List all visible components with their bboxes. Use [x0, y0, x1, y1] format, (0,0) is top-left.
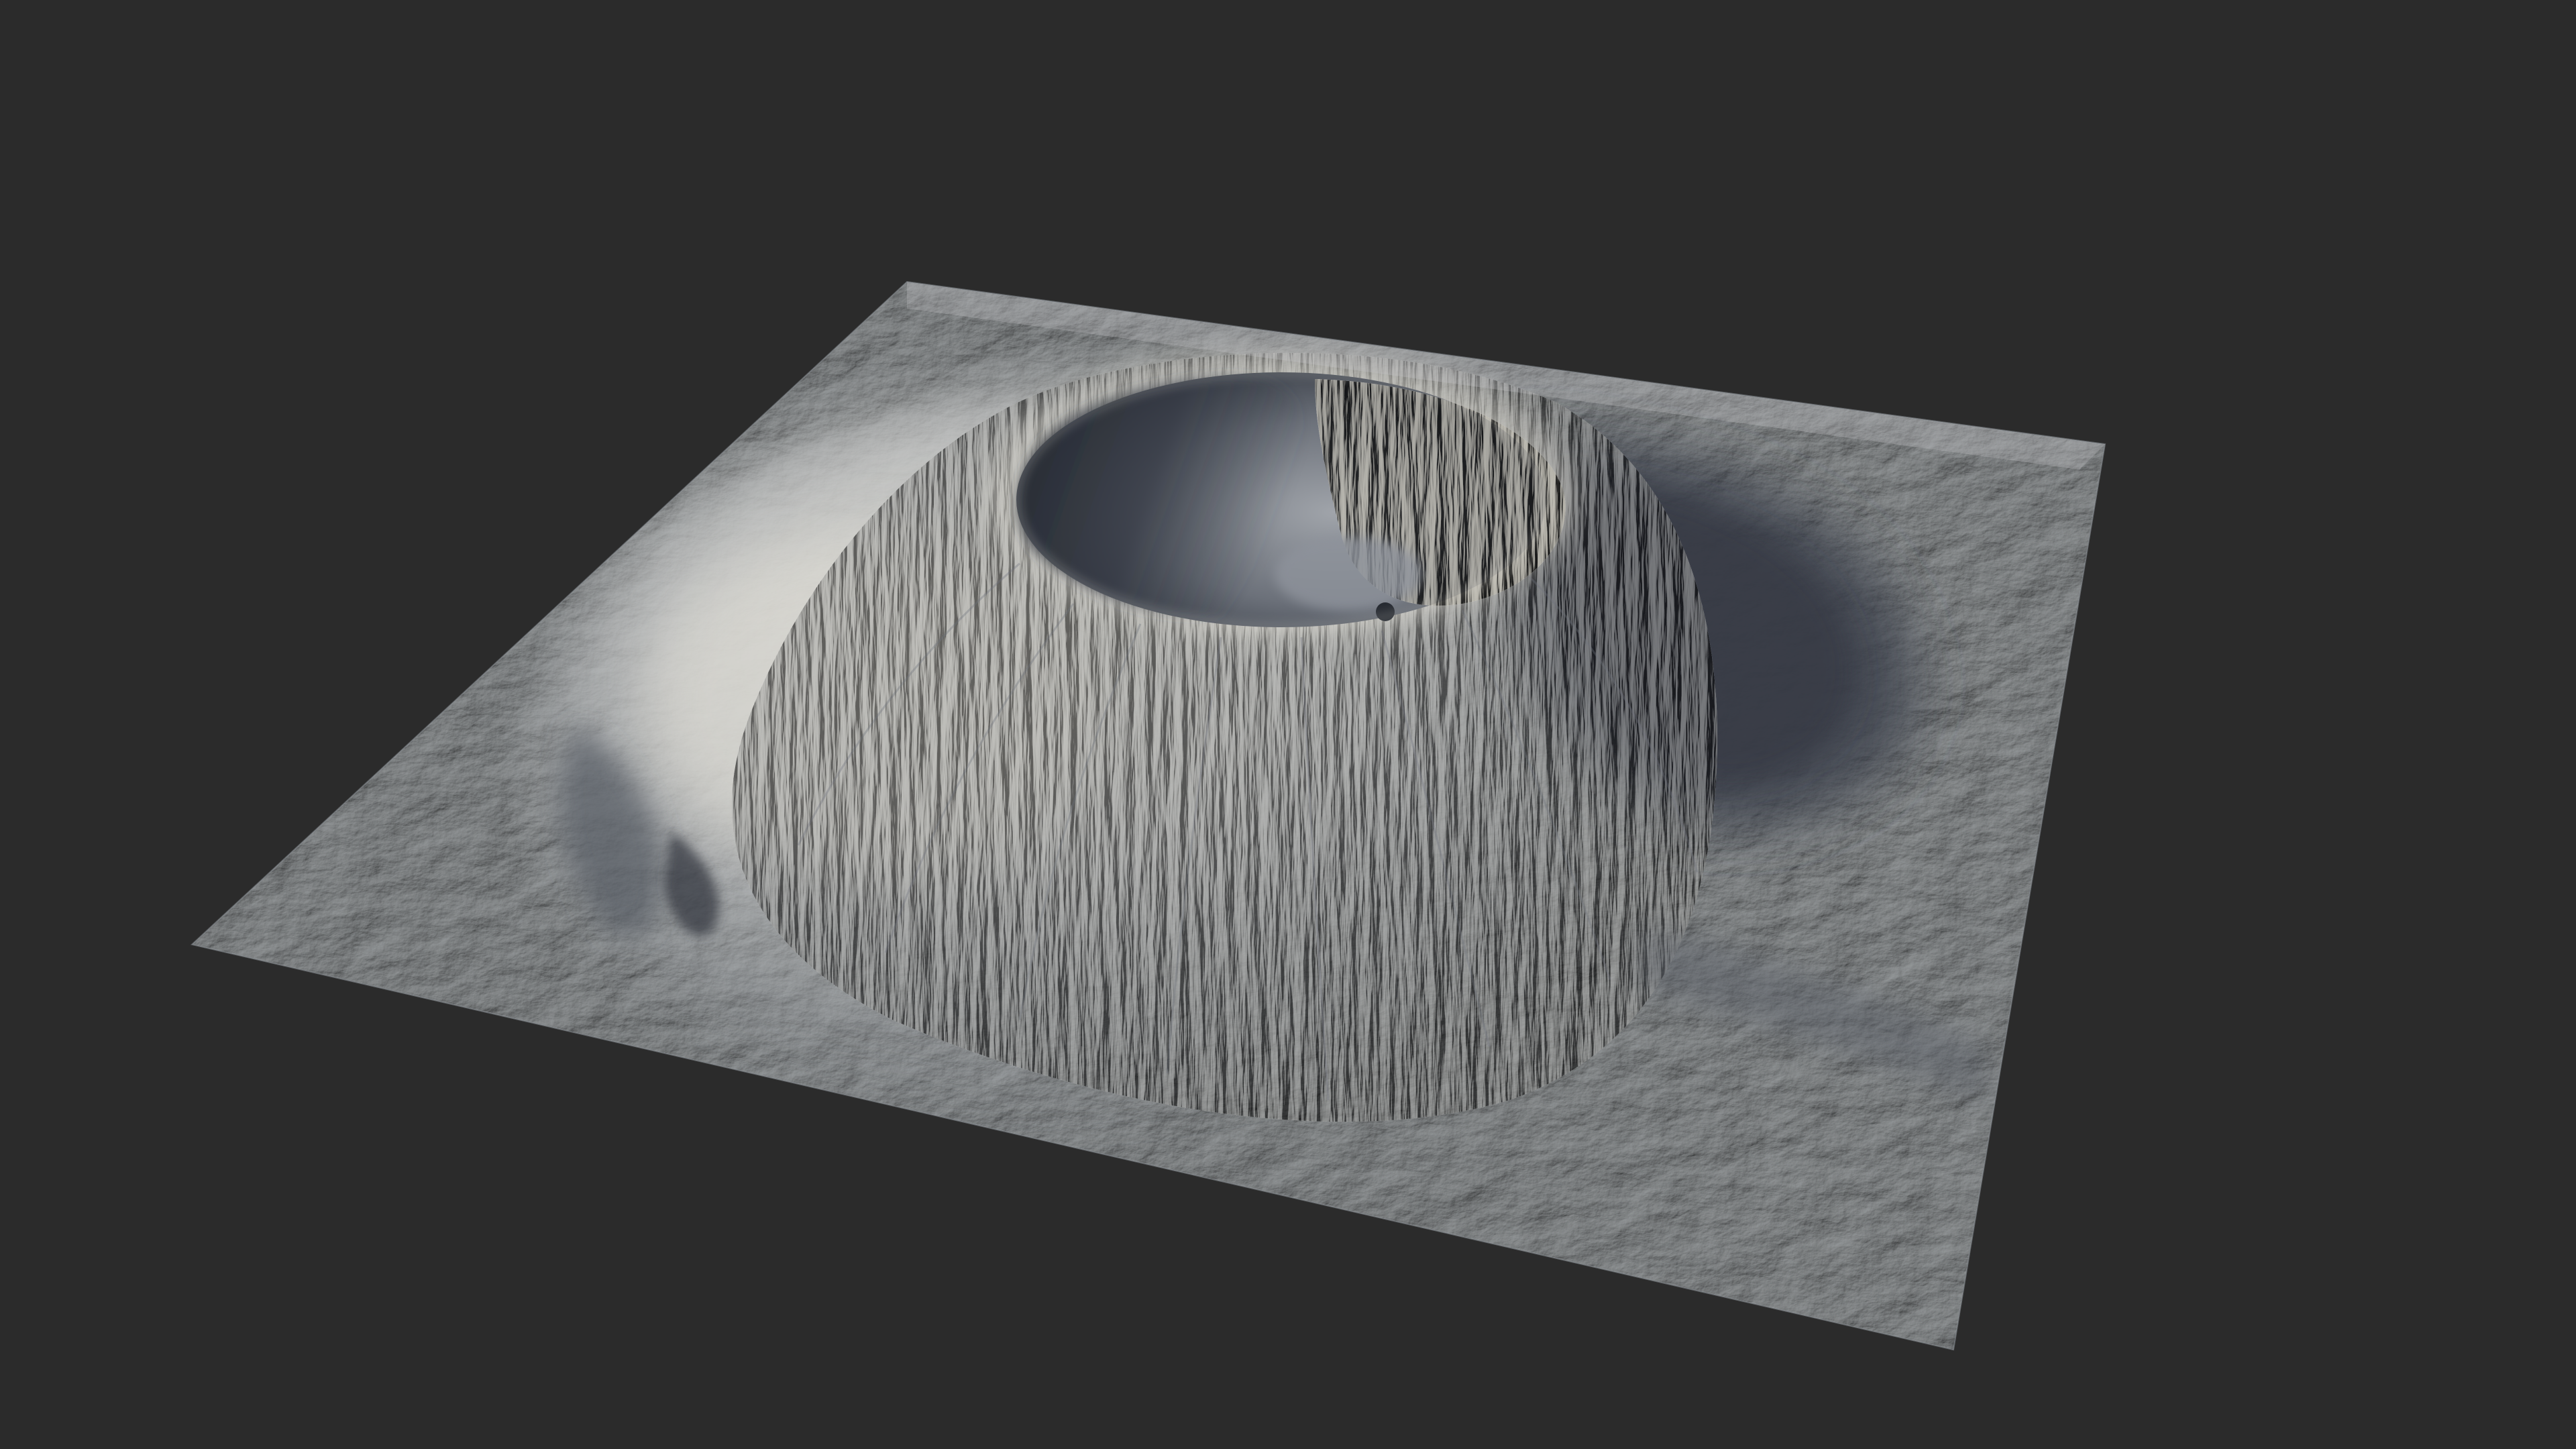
- render-viewport: [0, 0, 2576, 1449]
- terrain-render: [0, 0, 2576, 1449]
